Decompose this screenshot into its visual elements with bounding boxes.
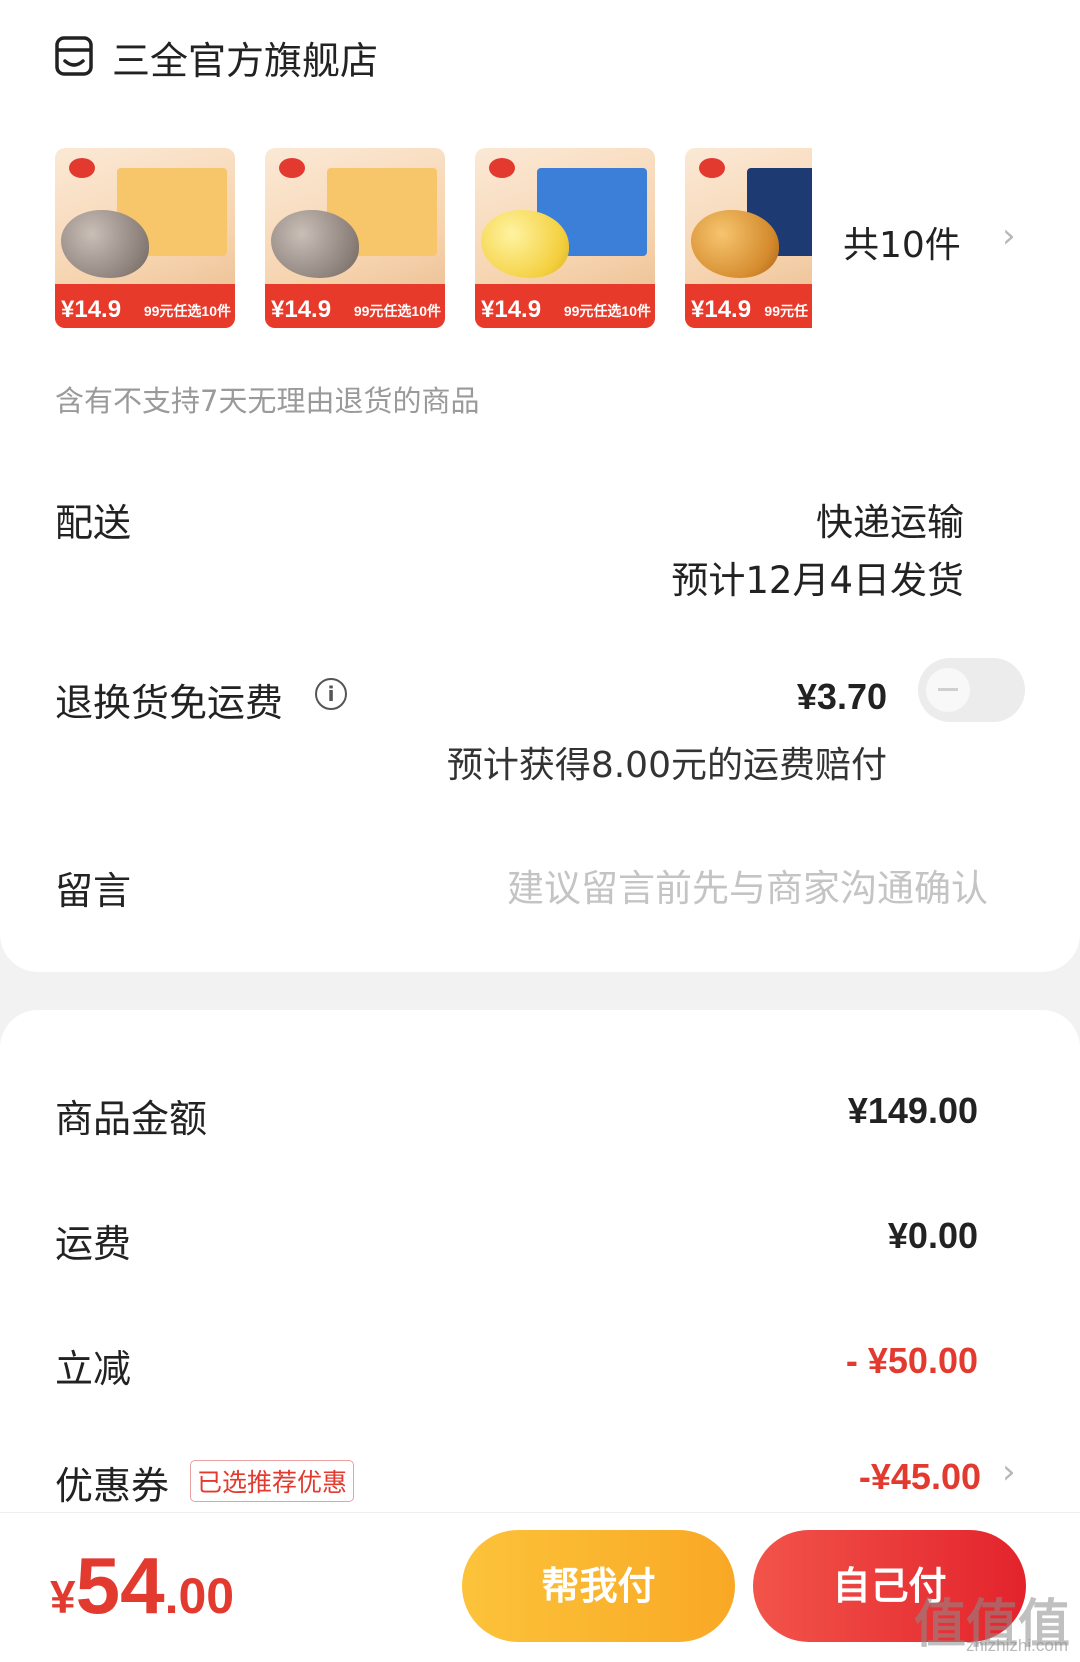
toggle-knob [926, 668, 970, 712]
coupon-label: 优惠券 [55, 1464, 170, 1508]
delivery-eta: 预计12月4日发货 [671, 559, 964, 602]
store-icon [55, 36, 93, 76]
product-food-image [691, 210, 779, 278]
chevron-right-icon[interactable]: › [1002, 216, 1016, 256]
message-label: 留言 [55, 869, 132, 913]
return-policy-notice: 含有不支持7天无理由退货的商品 [55, 384, 480, 418]
product-thumbnail[interactable]: ¥14.9 99元任选10件 [265, 148, 445, 328]
goods-amount-value: ¥149.00 [847, 1090, 978, 1131]
message-input[interactable]: 建议留言前先与商家沟通确认 [507, 858, 988, 912]
thumbnail-price: ¥14.9 [691, 296, 752, 323]
thumbnail-promo: 99元任 [764, 303, 808, 319]
product-food-image [61, 210, 149, 278]
delivery-method: 快递运输 [816, 501, 964, 544]
thumbnail-promo: 99元任选10件 [143, 303, 231, 319]
thumbnail-price: ¥14.9 [61, 296, 122, 323]
return-shipping-toggle[interactable] [918, 658, 1025, 722]
product-thumbnail[interactable]: ¥14.9 99元任选10件 [475, 148, 655, 328]
product-food-image [271, 210, 359, 278]
total-currency: ¥ [50, 1571, 76, 1623]
brand-logo [489, 158, 515, 178]
help-pay-button[interactable]: 帮我付 [462, 1530, 735, 1642]
return-shipping-label: 退换货免运费 [55, 681, 284, 725]
coupon-badge: 已选推荐优惠 [190, 1460, 355, 1502]
chevron-right-icon[interactable]: › [1002, 1452, 1016, 1492]
product-count[interactable]: 共10件 [843, 216, 961, 268]
thumbnail-promo: 99元任选10件 [563, 303, 651, 319]
thumbnail-price: ¥14.9 [481, 296, 542, 323]
return-compensation-text: 预计获得8.00元的运费赔付 [446, 745, 887, 786]
shipping-fee-label: 运费 [55, 1222, 132, 1266]
delivery-label: 配送 [55, 501, 132, 545]
info-icon[interactable]: i [315, 678, 347, 710]
return-shipping-price: ¥3.70 [796, 676, 887, 717]
product-thumbnail[interactable]: ¥14.9 99元任 [685, 148, 812, 328]
goods-amount-label: 商品金额 [55, 1097, 208, 1141]
brand-logo [699, 158, 725, 178]
product-food-image [481, 210, 569, 278]
watermark-url: zhizhizhi.com [965, 1636, 1068, 1655]
thumbnail-price: ¥14.9 [271, 296, 332, 323]
order-details-card [0, 0, 1080, 972]
product-thumbnail[interactable]: ¥14.9 99元任选10件 [55, 148, 235, 328]
total-integer: 54 [75, 1541, 165, 1630]
coupon-value[interactable]: -¥45.00 [859, 1456, 981, 1498]
total-decimal: .00 [164, 1568, 235, 1624]
total-amount: ¥54.00 [50, 1540, 234, 1632]
brand-logo [69, 158, 95, 178]
instant-discount-label: 立减 [55, 1347, 132, 1391]
brand-logo [279, 158, 305, 178]
shipping-fee-value: ¥0.00 [887, 1215, 978, 1256]
instant-discount-value: - ¥50.00 [845, 1340, 978, 1381]
thumbnail-promo: 99元任选10件 [353, 303, 441, 319]
store-name[interactable]: 三全官方旗舰店 [112, 30, 378, 85]
